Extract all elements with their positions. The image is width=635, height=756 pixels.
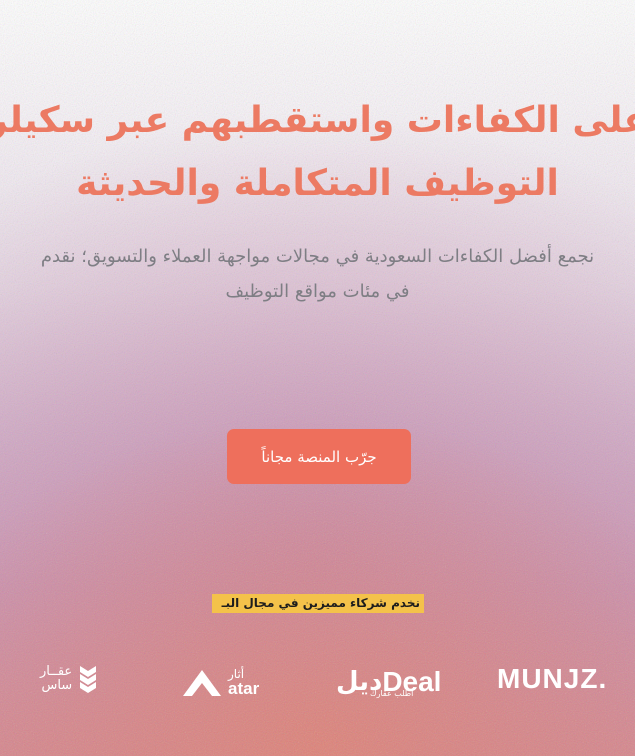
aqar-saas-logo: عقــار ساس <box>40 664 98 694</box>
hero-section: على الكفاءات واستقطبهم عبر سكيلر التوظيف… <box>0 0 635 756</box>
athar-logo: أثار atar <box>181 666 259 698</box>
stacked-chevrons-icon <box>80 666 97 693</box>
house-icon <box>183 670 221 696</box>
munjz-logo: MUNJZ. <box>497 663 607 695</box>
hero-title-line1: على الكفاءات واستقطبهم عبر سكيلر <box>0 100 635 141</box>
deal-logo-tagline: اطلب عقارك <box>370 689 414 698</box>
partners-heading: نخدم شركاء مميزين في مجال البـ <box>212 594 424 613</box>
try-platform-free-button[interactable]: جرّب المنصة مجاناً <box>227 429 411 484</box>
hero-title-line2: التوظيف المتكاملة والحديثة <box>76 163 559 204</box>
deal-logo: ديل Deal اطلب عقارك <box>336 664 441 700</box>
athar-logo-arabic: أثار <box>228 666 245 681</box>
hero-subtitle-line1: نجمع أفضل الكفاءات السعودية في مجالات مو… <box>40 246 595 267</box>
aqar-logo-line2: ساس <box>41 678 73 693</box>
hero-subtitle-line2: في مئات مواقع التوظيف <box>225 281 410 302</box>
athar-logo-text: atar <box>228 678 260 698</box>
aqar-logo-line1: عقــار <box>40 664 73 680</box>
munjz-logo-text: MUNJZ. <box>497 663 608 694</box>
